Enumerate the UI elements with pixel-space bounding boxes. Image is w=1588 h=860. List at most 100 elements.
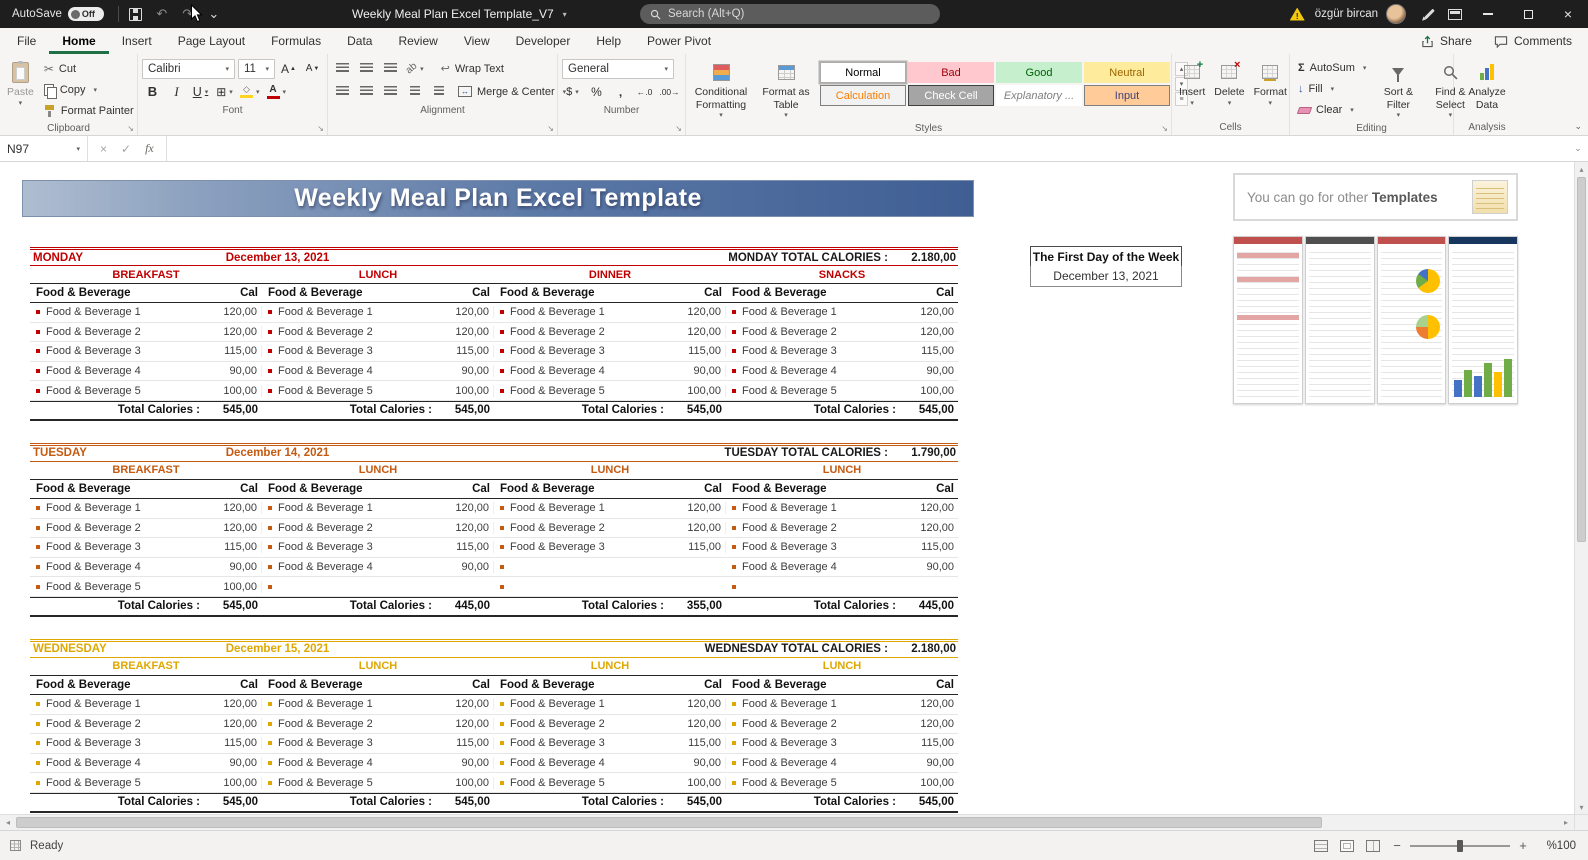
meal-item-cell[interactable]: Food & Beverage 3 bbox=[494, 345, 664, 357]
section-total-label-cell[interactable]: Total Calories : bbox=[726, 404, 896, 416]
cal-header-cell[interactable]: Cal bbox=[664, 679, 726, 691]
day-total-value-cell[interactable]: 2.180,00 bbox=[888, 252, 958, 264]
vertical-scrollbar[interactable]: ▴ ▾ bbox=[1574, 162, 1588, 814]
day-name-cell[interactable]: MONDAY bbox=[30, 252, 180, 264]
meal-item-cell[interactable]: Food & Beverage 5 bbox=[494, 385, 664, 397]
horizontal-scrollbar[interactable]: ◂ ▸ bbox=[0, 814, 1574, 830]
meal-cal-cell[interactable]: 120,00 bbox=[664, 502, 726, 515]
meal-item-cell[interactable] bbox=[494, 585, 664, 589]
food-header-cell[interactable]: Food & Beverage bbox=[494, 679, 664, 691]
meal-item-cell[interactable]: Food & Beverage 3 bbox=[30, 737, 200, 749]
meal-item-cell[interactable]: Food & Beverage 3 bbox=[726, 737, 896, 749]
template-thumbnail-4[interactable] bbox=[1448, 236, 1518, 404]
tab-file[interactable]: File bbox=[4, 28, 49, 54]
horizontal-scroll-thumb[interactable] bbox=[16, 817, 1323, 828]
meal-cal-cell[interactable]: 90,00 bbox=[200, 365, 262, 378]
meal-item-cell[interactable]: Food & Beverage 1 bbox=[30, 698, 200, 710]
meal-item-cell[interactable]: Food & Beverage 4 bbox=[30, 561, 200, 573]
meal-cal-cell[interactable]: 100,00 bbox=[200, 776, 262, 789]
meal-item-cell[interactable]: Food & Beverage 3 bbox=[494, 541, 664, 553]
meal-item-cell[interactable]: Food & Beverage 1 bbox=[30, 502, 200, 514]
tab-data[interactable]: Data bbox=[334, 28, 385, 54]
style-input[interactable]: Input bbox=[1084, 85, 1170, 106]
section-total-label-cell[interactable]: Total Calories : bbox=[494, 404, 664, 416]
template-thumbnail-1[interactable] bbox=[1233, 236, 1303, 404]
align-right-button[interactable] bbox=[380, 82, 401, 102]
meal-item-cell[interactable]: Food & Beverage 3 bbox=[262, 737, 432, 749]
template-thumbnail-2[interactable] bbox=[1304, 236, 1375, 404]
cal-header-cell[interactable]: Cal bbox=[432, 679, 494, 691]
style-good[interactable]: Good bbox=[996, 62, 1082, 83]
section-total-label-cell[interactable]: Total Calories : bbox=[494, 600, 664, 612]
share-button[interactable]: Share bbox=[1421, 34, 1472, 48]
section-title-cell[interactable]: BREAKFAST bbox=[30, 464, 262, 476]
warning-icon[interactable]: ! bbox=[1289, 7, 1305, 21]
meal-item-cell[interactable]: Food & Beverage 2 bbox=[262, 522, 432, 534]
cal-header-cell[interactable]: Cal bbox=[664, 483, 726, 495]
insert-cells-button[interactable]: Insert bbox=[1176, 57, 1208, 110]
percent-style-button[interactable]: % bbox=[586, 82, 607, 102]
meal-item-cell[interactable]: Food & Beverage 2 bbox=[726, 326, 896, 338]
section-total-value-cell[interactable]: 545,00 bbox=[432, 796, 494, 808]
meal-cal-cell[interactable]: 100,00 bbox=[664, 384, 726, 397]
section-title-cell[interactable]: LUNCH bbox=[726, 660, 958, 672]
meal-item-cell[interactable]: Food & Beverage 3 bbox=[262, 541, 432, 553]
meal-cal-cell[interactable]: 90,00 bbox=[432, 365, 494, 378]
section-total-value-cell[interactable]: 445,00 bbox=[432, 600, 494, 612]
scroll-left-icon[interactable]: ◂ bbox=[0, 818, 16, 827]
food-header-cell[interactable]: Food & Beverage bbox=[494, 483, 664, 495]
food-header-cell[interactable]: Food & Beverage bbox=[726, 287, 896, 299]
meal-cal-cell[interactable]: 115,00 bbox=[664, 737, 726, 750]
style-check-cell[interactable]: Check Cell bbox=[908, 85, 994, 106]
meal-cal-cell[interactable]: 120,00 bbox=[896, 718, 958, 730]
ribbon-display-options-button[interactable] bbox=[1442, 2, 1468, 26]
meal-cal-cell[interactable]: 115,00 bbox=[200, 737, 262, 750]
tab-power-pivot[interactable]: Power Pivot bbox=[634, 28, 724, 54]
meal-cal-cell[interactable]: 100,00 bbox=[896, 777, 958, 789]
day-date-cell[interactable]: December 15, 2021 bbox=[180, 643, 375, 655]
meal-cal-cell[interactable]: 120,00 bbox=[432, 325, 494, 338]
section-total-value-cell[interactable]: 545,00 bbox=[896, 796, 958, 808]
close-button[interactable]: × bbox=[1548, 0, 1588, 28]
section-total-label-cell[interactable]: Total Calories : bbox=[30, 600, 200, 612]
section-total-label-cell[interactable]: Total Calories : bbox=[494, 796, 664, 808]
style-calculation[interactable]: Calculation bbox=[820, 85, 906, 106]
food-header-cell[interactable]: Food & Beverage bbox=[30, 287, 200, 299]
meal-item-cell[interactable]: Food & Beverage 5 bbox=[30, 777, 200, 789]
zoom-in-button[interactable]: + bbox=[1518, 838, 1528, 853]
meal-item-cell[interactable]: Food & Beverage 3 bbox=[726, 345, 896, 357]
clear-button[interactable]: Clear bbox=[1294, 100, 1370, 120]
day-total-label-cell[interactable]: MONDAY TOTAL CALORIES : bbox=[728, 252, 888, 264]
meal-cal-cell[interactable]: 90,00 bbox=[200, 757, 262, 770]
cal-header-cell[interactable]: Cal bbox=[200, 483, 262, 495]
bold-button[interactable]: B bbox=[142, 82, 163, 102]
cal-header-cell[interactable]: Cal bbox=[432, 287, 494, 299]
meal-item-cell[interactable]: Food & Beverage 1 bbox=[726, 502, 896, 514]
scroll-up-icon[interactable]: ▴ bbox=[1575, 162, 1588, 176]
meal-cal-cell[interactable]: 120,00 bbox=[432, 717, 494, 730]
confirm-entry-button[interactable]: ✓ bbox=[121, 142, 131, 156]
italic-button[interactable]: I bbox=[166, 82, 187, 102]
paste-button[interactable]: Paste bbox=[4, 57, 37, 110]
section-title-cell[interactable]: LUNCH bbox=[262, 464, 494, 476]
meal-item-cell[interactable]: Food & Beverage 1 bbox=[494, 306, 664, 318]
cal-header-cell[interactable]: Cal bbox=[896, 483, 958, 495]
meal-item-cell[interactable]: Food & Beverage 2 bbox=[726, 718, 896, 730]
section-total-value-cell[interactable]: 445,00 bbox=[896, 600, 958, 612]
meal-cal-cell[interactable]: 115,00 bbox=[896, 541, 958, 553]
borders-button[interactable]: ⊞ bbox=[214, 82, 235, 102]
page-break-view-button[interactable] bbox=[1366, 839, 1380, 852]
format-cells-button[interactable]: Format bbox=[1251, 57, 1290, 110]
search-box[interactable]: Search (Alt+Q) bbox=[640, 4, 940, 24]
meal-cal-cell[interactable]: 115,00 bbox=[664, 541, 726, 554]
meal-item-cell[interactable] bbox=[262, 585, 432, 589]
meal-item-cell[interactable]: Food & Beverage 2 bbox=[30, 522, 200, 534]
meal-item-cell[interactable]: Food & Beverage 4 bbox=[726, 365, 896, 377]
wrap-text-button[interactable]: ↩ Wrap Text bbox=[437, 59, 508, 79]
section-title-cell[interactable]: DINNER bbox=[494, 269, 726, 281]
align-middle-button[interactable] bbox=[356, 59, 377, 79]
food-header-cell[interactable]: Food & Beverage bbox=[30, 679, 200, 691]
section-total-value-cell[interactable]: 545,00 bbox=[664, 404, 726, 416]
name-box[interactable]: N97 ▾ bbox=[0, 136, 88, 161]
tab-review[interactable]: Review bbox=[385, 28, 450, 54]
